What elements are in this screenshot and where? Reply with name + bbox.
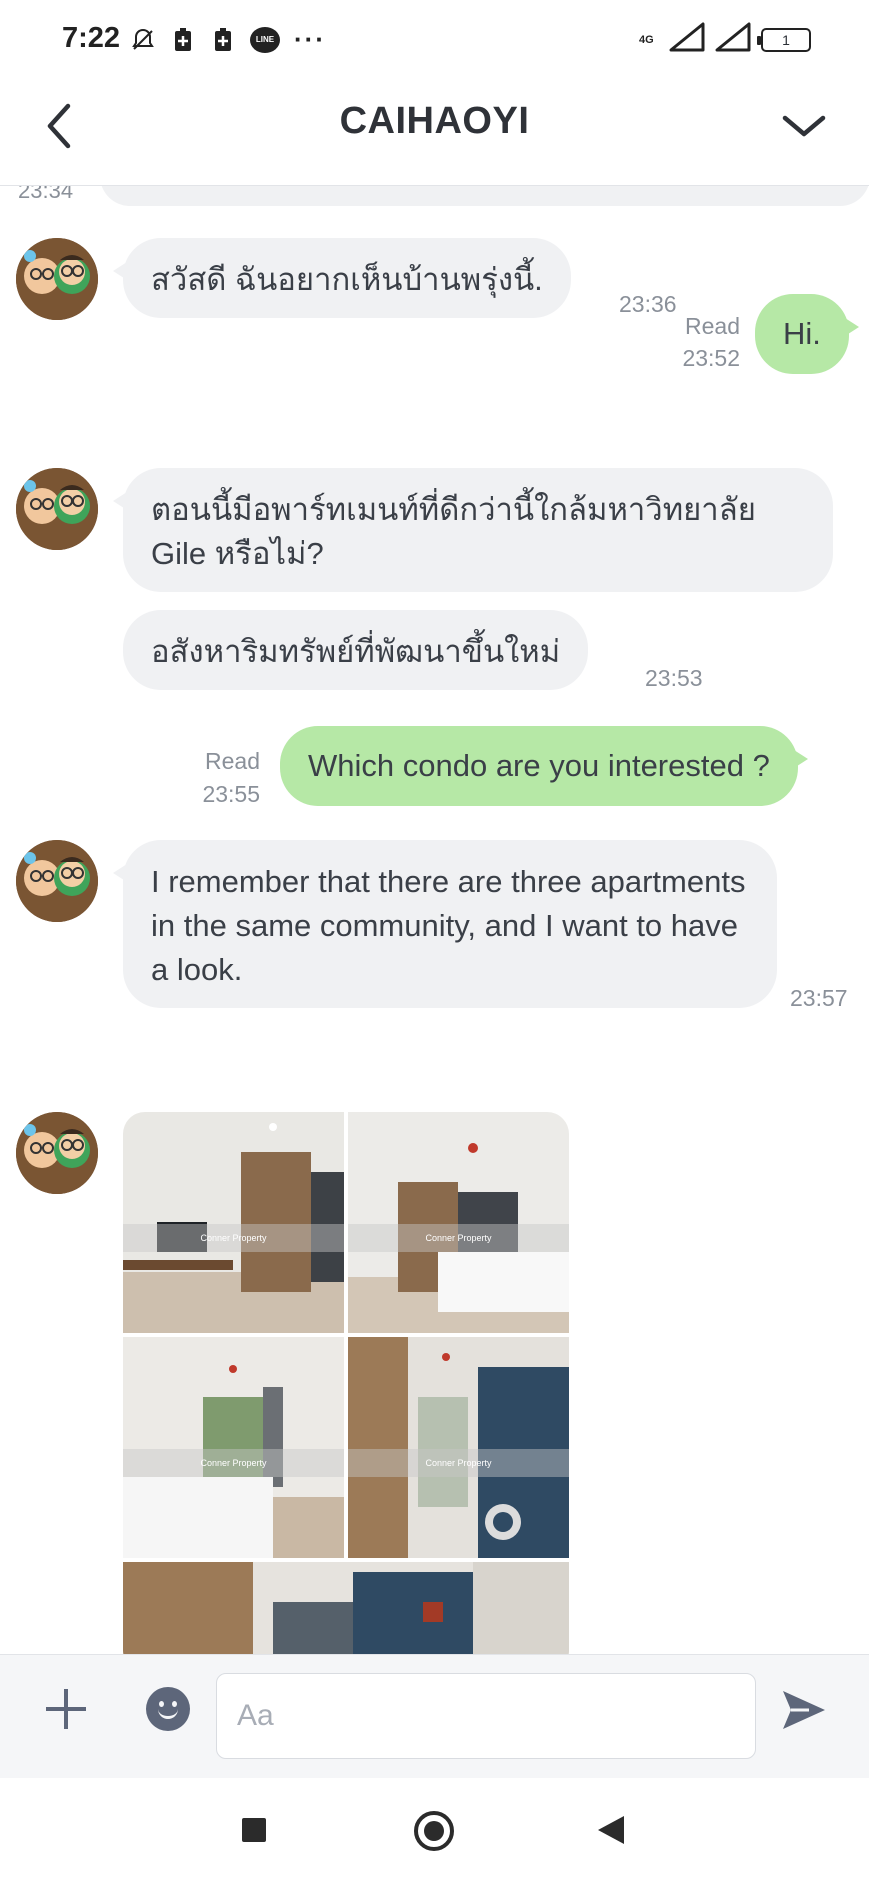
- apartment-photo: [123, 1337, 344, 1558]
- message-text: อสังหาริมทรัพย์ที่พัฒนาขึ้นใหม่: [151, 634, 561, 669]
- send-icon: [783, 1691, 825, 1729]
- mute-bell-icon: [130, 27, 156, 53]
- system-nav-bar: [0, 1778, 869, 1883]
- status-icons: LINE ···: [130, 24, 326, 55]
- incoming-message[interactable]: อสังหาริมทรัพย์ที่พัฒนาขึ้นใหม่: [123, 610, 589, 690]
- photo-thumbnail[interactable]: Conner Property: [348, 1112, 569, 1333]
- more-dots-icon: ···: [294, 24, 326, 54]
- message-text: I remember that there are three apartmen…: [151, 864, 746, 987]
- emoji-eye: [172, 1701, 177, 1707]
- message-time: 23:52: [682, 345, 740, 371]
- avatar-image: [16, 468, 98, 550]
- message-time: 23:57: [790, 985, 848, 1011]
- emoji-eye: [159, 1701, 164, 1707]
- status-time: 7:22: [62, 22, 121, 54]
- photo-thumbnail[interactable]: Conner Property: [123, 1112, 344, 1333]
- incoming-message[interactable]: I remember that there are three apartmen…: [113, 840, 777, 1008]
- message-input[interactable]: [216, 1673, 756, 1759]
- network-type: 4G: [639, 33, 654, 46]
- status-right: 4G 1: [639, 22, 811, 57]
- battery-icon: 1: [757, 27, 811, 52]
- incoming-message[interactable]: สวัสดี ฉันอยากเห็นบ้านพรุ่งนี้.: [113, 238, 571, 318]
- home-button[interactable]: [414, 1811, 454, 1851]
- status-bar: 7:22 LINE ··· 4G 1: [0, 0, 869, 76]
- photo-album[interactable]: Conner Property Conner Property Conner P…: [123, 1112, 569, 1654]
- chat-area[interactable]: 23:34 สวัสดี ฉันอยากเห็นบ้านพรุ่งนี้. 23…: [0, 186, 869, 1654]
- avatar[interactable]: [16, 468, 98, 550]
- avatar[interactable]: [16, 238, 98, 320]
- photo-watermark: Conner Property: [123, 1449, 344, 1477]
- outgoing-message[interactable]: Hi.: [755, 294, 859, 374]
- message-text: ตอนนี้มีอพาร์ทเมนท์ที่ดีกว่านี้ใกล้มหาวิ…: [151, 492, 756, 571]
- read-receipt: Read: [205, 748, 260, 774]
- apartment-photo: [348, 1337, 569, 1558]
- apartment-photo: [348, 1112, 569, 1333]
- system-back-button[interactable]: [598, 1816, 624, 1844]
- chat-header: CAIHAOYI: [0, 76, 869, 186]
- message-text: Which condo are you interested ?: [308, 748, 770, 783]
- chat-title: CAIHAOYI: [339, 100, 530, 142]
- recents-button[interactable]: [242, 1818, 266, 1842]
- plus-icon[interactable]: [44, 1687, 88, 1731]
- avatar[interactable]: [16, 1112, 98, 1194]
- battery-level: 1: [782, 31, 790, 48]
- line-app-icon: LINE: [250, 26, 280, 53]
- avatar-image: [16, 1112, 98, 1194]
- message-time: 23:53: [645, 665, 703, 691]
- previous-message-bubble: [100, 186, 869, 206]
- send-button[interactable]: [779, 1685, 829, 1735]
- photo-watermark: Conner Property: [348, 1224, 569, 1252]
- incoming-message[interactable]: ตอนนี้มีอพาร์ทเมนท์ที่ดีกว่านี้ใกล้มหาวิ…: [113, 468, 833, 592]
- photo-thumbnail[interactable]: Conner Property: [123, 1337, 344, 1558]
- signal-icon: [669, 22, 705, 57]
- chat-menu-button[interactable]: [779, 96, 829, 156]
- outgoing-message[interactable]: Which condo are you interested ?: [280, 726, 808, 806]
- apartment-photo: [123, 1562, 569, 1654]
- battery-saver-icon: [210, 27, 236, 53]
- apartment-photo: [123, 1112, 344, 1333]
- message-text: สวัสดี ฉันอยากเห็นบ้านพรุ่งนี้.: [151, 262, 543, 297]
- chevron-down-icon: [782, 115, 826, 137]
- avatar-image: [16, 238, 98, 320]
- avatar-image: [16, 840, 98, 922]
- emoji-mouth: [158, 1709, 178, 1719]
- read-receipt: Read: [685, 313, 740, 339]
- message-text: Hi.: [783, 316, 821, 351]
- battery-saver-icon: [170, 27, 196, 53]
- signal-icon: [715, 22, 751, 57]
- previous-message-time: 23:34: [18, 186, 74, 203]
- emoji-icon[interactable]: [146, 1687, 190, 1731]
- photo-thumbnail[interactable]: Conner Property: [348, 1337, 569, 1558]
- message-input-bar: [0, 1654, 869, 1778]
- message-time: 23:55: [202, 781, 260, 807]
- photo-watermark: Conner Property: [348, 1449, 569, 1477]
- photo-thumbnail[interactable]: [123, 1562, 569, 1654]
- photo-watermark: Conner Property: [123, 1224, 344, 1252]
- avatar[interactable]: [16, 840, 98, 922]
